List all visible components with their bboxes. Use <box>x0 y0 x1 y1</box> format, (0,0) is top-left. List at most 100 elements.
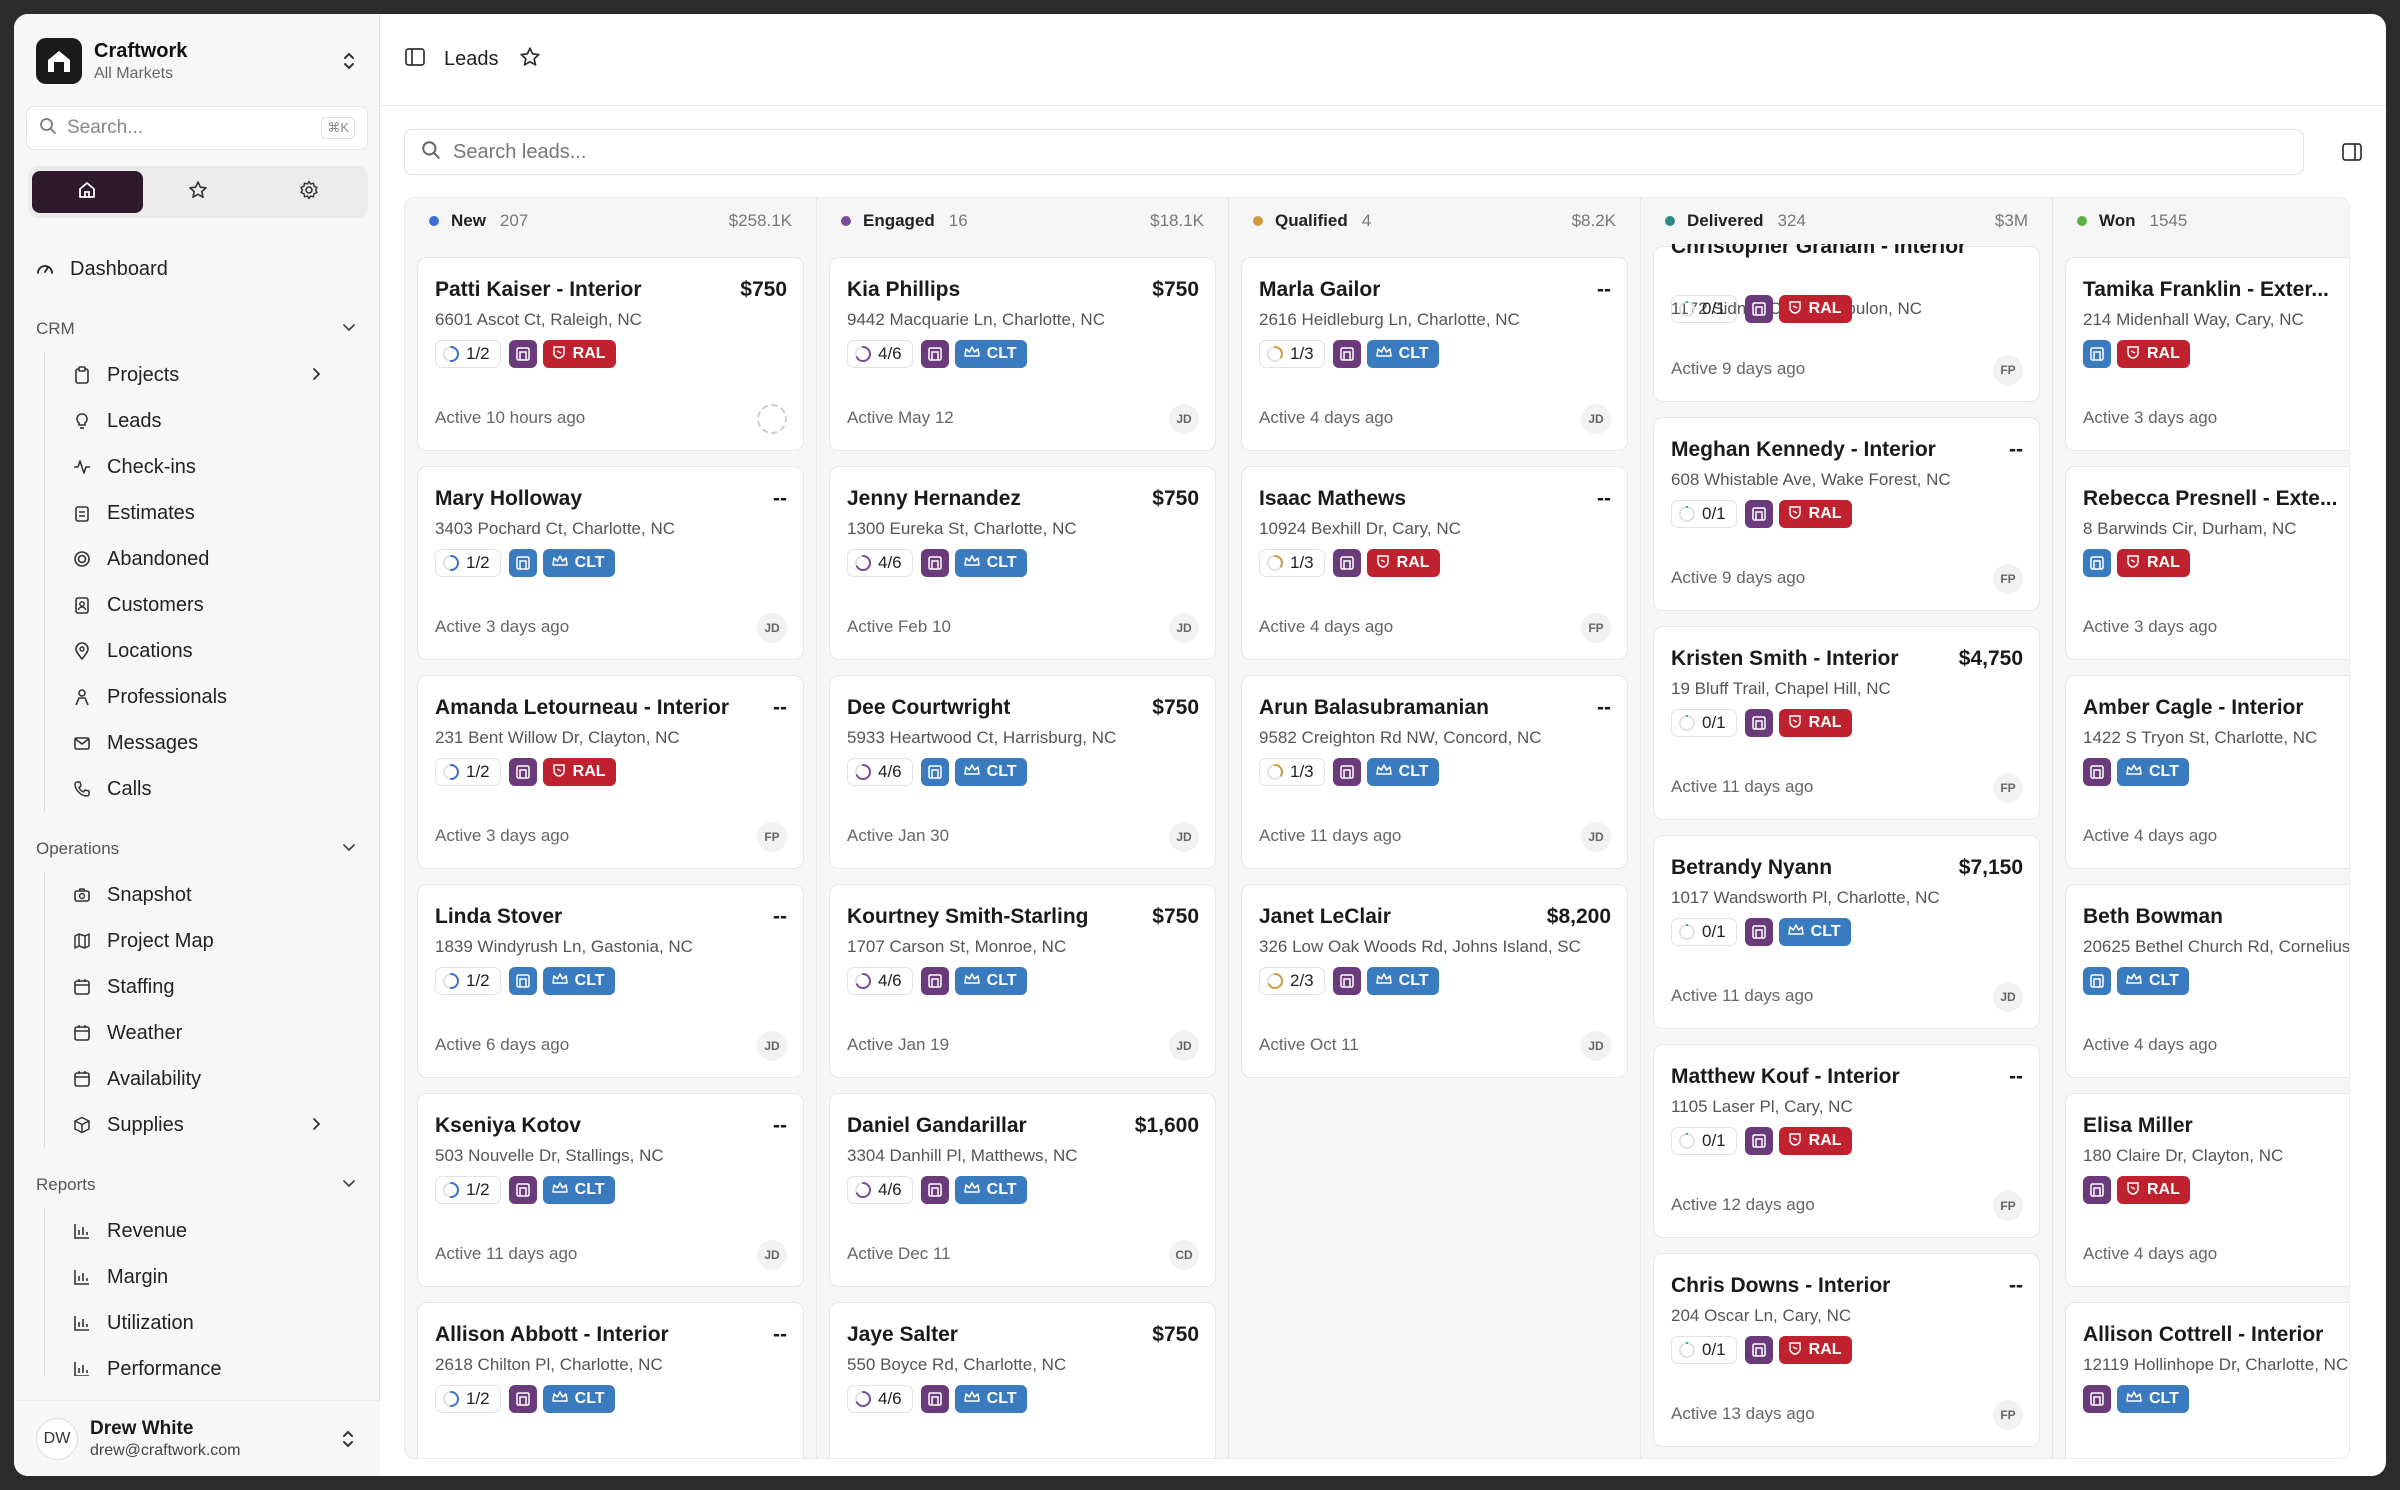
assignee-avatar[interactable]: FP <box>1993 1400 2023 1430</box>
lead-card[interactable]: Betrandy Nyann $7,150 1017 Wandsworth Pl… <box>1653 835 2040 1029</box>
assignee-avatar[interactable]: JD <box>757 1031 787 1061</box>
assignee-avatar[interactable]: JD <box>1993 982 2023 1012</box>
lead-card[interactable]: Allison Cottrell - Interior 12119 Hollin… <box>2065 1302 2349 1458</box>
assignee-avatar[interactable]: FP <box>1993 355 2023 385</box>
nav-project-map[interactable]: Project Map <box>45 918 380 964</box>
lead-card[interactable]: Daniel Gandarillar $1,600 3304 Danhill P… <box>829 1093 1216 1287</box>
nav-revenue[interactable]: Revenue <box>45 1208 380 1254</box>
home-tab[interactable] <box>32 171 143 213</box>
lead-card[interactable]: Mary Holloway -- 3403 Pochard Ct, Charlo… <box>417 466 804 660</box>
lead-card[interactable]: Marla Gailor -- 2616 Heidleburg Ln, Char… <box>1241 257 1628 451</box>
lead-card[interactable]: Dee Courtwright $750 5933 Heartwood Ct, … <box>829 675 1216 869</box>
column-header[interactable]: Engaged 16 $18.1K <box>817 198 1228 244</box>
task-progress: 1/2 <box>435 549 501 577</box>
column-header[interactable]: Won 1545 <box>2053 198 2349 244</box>
favorite-star-icon[interactable] <box>519 46 541 73</box>
nav-staffing[interactable]: Staffing <box>45 964 380 1010</box>
lead-card[interactable]: Jenny Hernandez $750 1300 Eureka St, Cha… <box>829 466 1216 660</box>
assignee-avatar[interactable]: JD <box>1581 822 1611 852</box>
nav-messages[interactable]: Messages <box>45 720 380 766</box>
lead-card[interactable]: Kia Phillips $750 9442 Macquarie Ln, Cha… <box>829 257 1216 451</box>
lead-card[interactable]: Kristen Smith - Interior $4,750 19 Bluff… <box>1653 626 2040 820</box>
lead-card[interactable]: Chris Downs - Interior -- 204 Oscar Ln, … <box>1653 1253 2040 1447</box>
panel-toggle-icon[interactable] <box>2338 138 2366 166</box>
nav-calls[interactable]: Calls <box>45 766 380 812</box>
nav-leads[interactable]: Leads <box>45 398 380 444</box>
sidebar-toggle-icon[interactable] <box>404 46 426 73</box>
lead-card[interactable]: Isaac Mathews -- 10924 Bexhill Dr, Cary,… <box>1241 466 1628 660</box>
lead-card[interactable]: Matthew Kouf - Interior -- 1105 Laser Pl… <box>1653 1044 2040 1238</box>
lead-card[interactable]: Kseniya Kotov -- 503 Nouvelle Dr, Stalli… <box>417 1093 804 1287</box>
assignee-avatar[interactable]: JD <box>1169 1031 1199 1061</box>
lead-card[interactable]: Elisa Miller 180 Claire Dr, Clayton, NC … <box>2065 1093 2349 1287</box>
market-badge: CLT <box>542 549 615 577</box>
settings-tab[interactable] <box>253 171 364 213</box>
lead-card[interactable]: Kourtney Smith-Starling $750 1707 Carson… <box>829 884 1216 1078</box>
assignee-avatar[interactable]: JD <box>1581 1031 1611 1061</box>
task-progress: 2/3 <box>1259 967 1325 995</box>
sidebar-search-input[interactable] <box>67 117 322 139</box>
assignee-avatar[interactable]: FP <box>1993 773 2023 803</box>
nav-performance[interactable]: Performance <box>45 1346 380 1376</box>
lead-card[interactable]: Meghan Kennedy - Interior -- 608 Whistab… <box>1653 417 2040 611</box>
nav-professionals[interactable]: Professionals <box>45 674 380 720</box>
nav-weather[interactable]: Weather <box>45 1010 380 1056</box>
workspace-switcher[interactable]: Craftwork All Markets <box>36 36 359 86</box>
unassigned-avatar[interactable] <box>757 404 787 434</box>
column-header[interactable]: Delivered 324 $3M <box>1641 198 2052 244</box>
assignee-avatar[interactable]: JD <box>1581 404 1611 434</box>
nav-check-ins[interactable]: Check-ins <box>45 444 380 490</box>
market-badge: CLT <box>954 549 1027 577</box>
task-progress-label: 0/1 <box>1702 504 1726 523</box>
lead-tags: RAL <box>2083 340 2190 368</box>
nav-dashboard[interactable]: Dashboard <box>14 246 380 292</box>
assignee-avatar[interactable]: JD <box>1169 404 1199 434</box>
lead-card[interactable]: Janet LeClair $8,200 326 Low Oak Woods R… <box>1241 884 1628 1078</box>
lead-card[interactable]: Christopher Graham - Interior 1172 Sidne… <box>1653 235 2040 402</box>
nav-supplies[interactable]: Supplies <box>45 1102 380 1148</box>
lead-card[interactable]: Arun Balasubramanian -- 9582 Creighton R… <box>1241 675 1628 869</box>
assignee-avatar[interactable]: FP <box>1993 564 2023 594</box>
nav-utilization[interactable]: Utilization <box>45 1300 380 1346</box>
nav-estimates[interactable]: Estimates <box>45 490 380 536</box>
lead-card[interactable]: Patti Kaiser - Interior $750 6601 Ascot … <box>417 257 804 451</box>
column-header[interactable]: Qualified 4 $8.2K <box>1229 198 1640 244</box>
assignee-avatar[interactable]: JD <box>757 1240 787 1270</box>
lead-card[interactable]: Allison Abbott - Interior -- 2618 Chilto… <box>417 1302 804 1458</box>
nav-group-operations[interactable]: Operations <box>14 826 380 872</box>
favorites-tab[interactable] <box>143 171 254 213</box>
lead-card[interactable]: Beth Bowman 20625 Bethel Church Rd, Corn… <box>2065 884 2349 1078</box>
assignee-avatar[interactable]: JD <box>757 613 787 643</box>
leads-search[interactable] <box>404 129 2304 175</box>
nav-group-reports[interactable]: Reports <box>14 1162 380 1208</box>
assignee-avatar[interactable]: FP <box>757 822 787 852</box>
lead-card[interactable]: Rebecca Presnell - Exte... 8 Barwinds Ci… <box>2065 466 2349 660</box>
assignee-avatar[interactable]: JD <box>1169 613 1199 643</box>
lead-card[interactable]: Amanda Letourneau - Interior -- 231 Bent… <box>417 675 804 869</box>
nav-abandoned[interactable]: Abandoned <box>45 536 380 582</box>
task-progress: 0/1 <box>1671 709 1737 737</box>
last-active: Active 13 days ago <box>1671 1404 1815 1423</box>
assignee-avatar[interactable]: JD <box>1169 822 1199 852</box>
assignee-avatar[interactable]: CD <box>1169 1240 1199 1270</box>
nav-projects[interactable]: Projects <box>45 352 380 398</box>
lead-card[interactable]: Linda Stover -- 1839 Windyrush Ln, Gasto… <box>417 884 804 1078</box>
nav-locations[interactable]: Locations <box>45 628 380 674</box>
lead-card[interactable]: Amber Cagle - Interior 1422 S Tryon St, … <box>2065 675 2349 869</box>
user-menu[interactable]: DW Drew White drew@craftwork.com <box>14 1400 380 1476</box>
sidebar-search[interactable]: ⌘K <box>26 106 368 150</box>
nav-snapshot[interactable]: Snapshot <box>45 872 380 918</box>
column-new: New 207 $258.1K Patti Kaiser - Interior … <box>405 198 817 1458</box>
nav-group-crm[interactable]: CRM <box>14 306 380 352</box>
column-header[interactable]: New 207 $258.1K <box>405 198 816 244</box>
interior-category-icon <box>1332 967 1361 995</box>
assignee-avatar[interactable]: FP <box>1993 1191 2023 1221</box>
lead-name: Linda Stover <box>435 905 563 928</box>
lead-card[interactable]: Jaye Salter $750 550 Boyce Rd, Charlotte… <box>829 1302 1216 1458</box>
nav-customers[interactable]: Customers <box>45 582 380 628</box>
assignee-avatar[interactable]: FP <box>1581 613 1611 643</box>
leads-search-input[interactable] <box>453 140 2287 164</box>
nav-margin[interactable]: Margin <box>45 1254 380 1300</box>
lead-card[interactable]: Tamika Franklin - Exter... $ 214 Midenha… <box>2065 257 2349 451</box>
nav-availability[interactable]: Availability <box>45 1056 380 1102</box>
